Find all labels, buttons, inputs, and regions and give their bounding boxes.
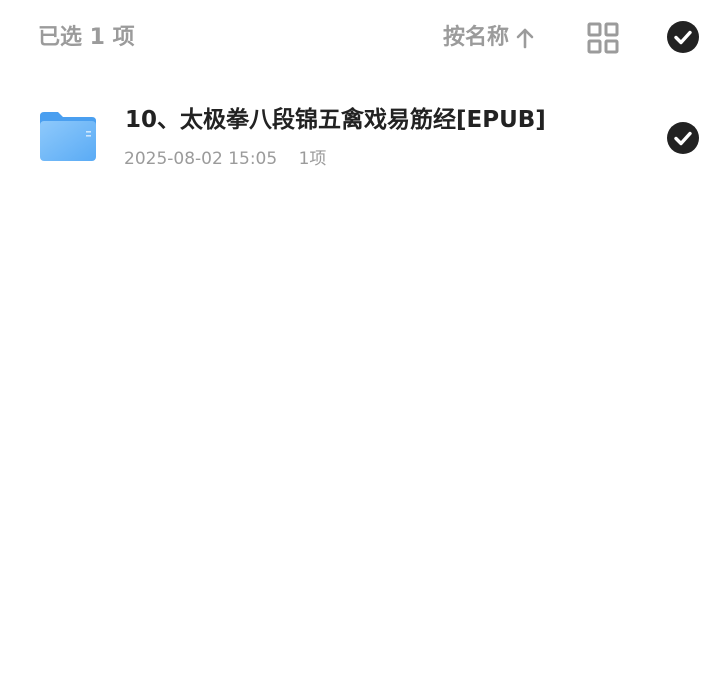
file-item-count: 1项 (298, 149, 327, 169)
file-meta: 2025-08-02 15:05 1项 (124, 147, 326, 171)
grid-view-icon[interactable] (586, 21, 620, 55)
sort-button[interactable]: 按名称 (443, 22, 535, 54)
folder-icon (38, 110, 98, 162)
file-name: 10、太极拳八段锦五禽戏易筋经[EPUB] (125, 107, 546, 133)
select-all-check-icon[interactable] (667, 21, 699, 53)
selected-count-label: 已选 1 项 (38, 25, 135, 50)
arrow-up-icon (515, 26, 535, 50)
selection-header: 已选 1 项 按名称 (0, 0, 714, 78)
file-modified-time: 2025-08-02 15:05 (124, 149, 278, 169)
item-check-icon[interactable] (667, 122, 699, 154)
file-list-item[interactable]: 10、太极拳八段锦五禽戏易筋经[EPUB] 2025-08-02 15:05 1… (0, 92, 714, 184)
sort-label: 按名称 (443, 25, 510, 50)
